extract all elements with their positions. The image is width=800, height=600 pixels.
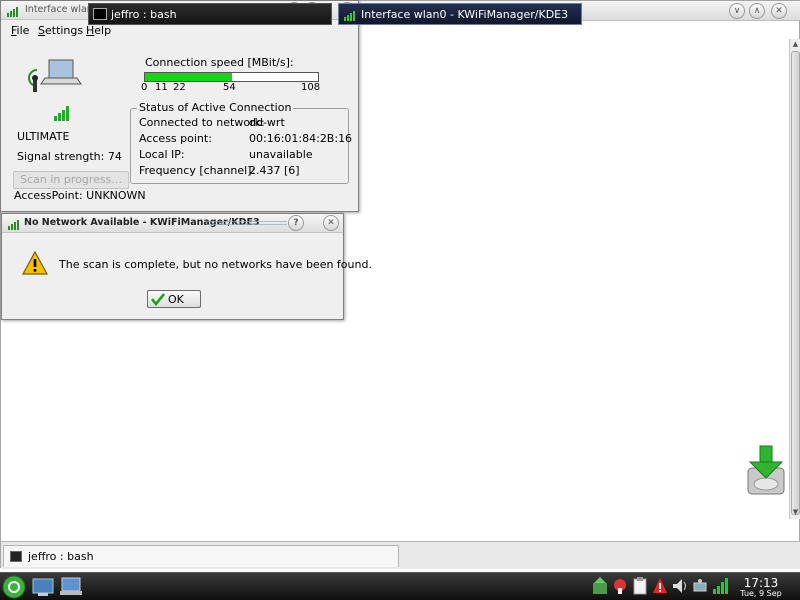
speed-tick: 0 (141, 82, 148, 93)
no-network-dialog: No Network Available - KWiFiManager/KDE3… (1, 213, 372, 320)
signal-bars-icon (344, 11, 355, 21)
tab-bash[interactable]: jeffro : bash (3, 545, 399, 567)
ok-label: OK (168, 292, 184, 306)
clock[interactable]: 17:13 Tue, 9 Sep (736, 576, 786, 598)
status-value: unavailable (249, 148, 313, 161)
titlebar-decoration (207, 221, 287, 227)
connection-speed-bar (144, 72, 319, 82)
status-value: dd-wrt (249, 116, 285, 129)
taskbar-item-kwifi[interactable]: Interface wlan0 - KWiFiManager/KDE3 (338, 3, 582, 25)
alert-icon[interactable] (652, 577, 668, 595)
task-label: jeffro : bash (111, 8, 177, 21)
laptop-wifi-icon (28, 59, 82, 92)
menu-settings[interactable]: Settings (38, 24, 83, 37)
clipboard-tool-icon[interactable] (612, 577, 628, 595)
speed-tick: 22 (173, 82, 186, 93)
help-button[interactable]: ? (288, 215, 304, 231)
menu-file[interactable]: File (11, 24, 29, 37)
close-button[interactable]: ✕ (771, 3, 787, 19)
status-label: Connected to network: (139, 116, 265, 129)
minimize-button[interactable]: ∨ (729, 3, 745, 19)
moon-logout-icon[interactable] (787, 578, 799, 596)
scroll-up-arrow-icon[interactable]: ▲ (790, 39, 800, 50)
signal-bars-icon (8, 220, 19, 230)
hard-disk-download-icon[interactable] (744, 444, 788, 496)
wifi-signal-icon[interactable] (712, 577, 728, 595)
tab-label: jeffro : bash (28, 550, 94, 563)
terminal-tabbar: jeffro : bash (1, 541, 800, 569)
clock-date: Tue, 9 Sep (740, 589, 782, 598)
menu-help[interactable]: Help (86, 24, 111, 37)
quality-label: ULTIMATE (17, 130, 70, 143)
task-label: Interface wlan0 - KWiFiManager/KDE3 (361, 8, 569, 21)
volume-icon[interactable] (672, 577, 688, 595)
dialog-titlebar[interactable]: No Network Available - KWiFiManager/KDE3… (2, 214, 343, 233)
show-desktop-icon[interactable] (32, 577, 54, 597)
terminal-icon (10, 551, 22, 562)
connection-speed-fill (145, 73, 232, 81)
clock-time: 17:13 (743, 576, 779, 590)
scrollbar-thumb[interactable] (791, 51, 800, 515)
speed-tick: 108 (301, 82, 321, 93)
updates-icon[interactable] (592, 577, 608, 595)
network-icon[interactable] (692, 577, 708, 595)
speed-tick: 11 (155, 82, 168, 93)
terminal-icon (93, 8, 107, 20)
status-value: 00:16:01:84:2B:16 (249, 132, 353, 145)
access-point-label: AccessPoint: UNKNOWN (14, 189, 146, 202)
warning-icon (22, 251, 48, 275)
ok-button[interactable]: OK (147, 290, 201, 308)
vertical-scrollbar[interactable]: ▲ ▼ (789, 39, 800, 519)
connection-speed-label: Connection speed [MBit/s]: (145, 56, 294, 69)
status-label: Frequency [channel]: (139, 164, 256, 177)
status-value: 2.437 [6] (249, 164, 300, 177)
close-button[interactable]: ✕ (323, 215, 339, 231)
scan-button[interactable]: Scan in progress... (13, 171, 129, 189)
signal-quality-icon (54, 106, 69, 121)
kwifimanager-window: Interface wlan0 - KWiFiManager/KDE3 ∨ ∧ … (0, 0, 359, 212)
maximize-button[interactable]: ∧ (749, 3, 765, 19)
check-icon (151, 293, 165, 306)
speed-tick: 54 (223, 82, 236, 93)
signal-bars-icon (7, 7, 18, 17)
computer-icon[interactable] (60, 577, 82, 597)
status-label: Local IP: (139, 148, 185, 161)
start-menu-icon[interactable] (2, 575, 26, 599)
scroll-down-arrow-icon[interactable]: ▼ (790, 507, 800, 518)
signal-strength-label: Signal strength: 74 (17, 150, 122, 163)
group-title: Status of Active Connection (137, 101, 294, 114)
taskbar-item-bash[interactable]: jeffro : bash (88, 3, 332, 25)
status-label: Access point: (139, 132, 212, 145)
clipboard-icon[interactable] (632, 577, 648, 595)
dialog-message: The scan is complete, but no networks ha… (59, 258, 372, 271)
